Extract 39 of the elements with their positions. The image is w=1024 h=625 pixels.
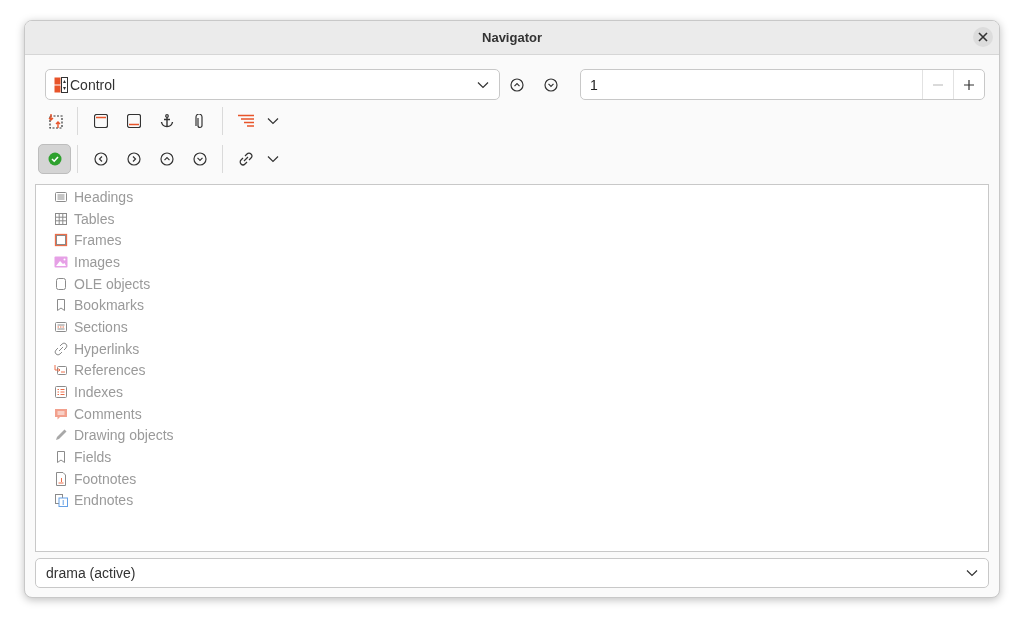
section-icon (54, 319, 68, 334)
heading-levels-icon (237, 114, 254, 128)
content-view-toggle[interactable] (38, 144, 71, 174)
selected-value: Control (70, 76, 117, 93)
image-icon (54, 254, 68, 269)
window-title: Navigator (482, 30, 542, 45)
pencil-icon (54, 428, 68, 443)
link-icon (238, 152, 253, 166)
header-icon (93, 114, 108, 128)
paperclip-icon (194, 113, 205, 129)
footnote-icon (54, 471, 68, 486)
page-spin-field[interactable]: 1 (580, 69, 985, 100)
table-icon (54, 211, 68, 226)
frame-icon (54, 233, 68, 248)
bookmark-icon (54, 298, 68, 313)
list-icon (54, 189, 68, 204)
control-icon (54, 76, 68, 93)
index-icon (54, 385, 68, 400)
footer-icon (126, 114, 141, 128)
caret-icon (267, 155, 279, 163)
page-number: 1 (589, 76, 599, 93)
caret-icon (267, 117, 279, 125)
navigate-by-dropdown[interactable]: Control (45, 69, 500, 100)
plus-icon (963, 78, 975, 91)
endnote-icon (54, 493, 68, 508)
selected-value: drama (active) (46, 565, 137, 581)
document-icon (54, 276, 68, 291)
link-icon (54, 341, 68, 356)
anchor-icon (159, 114, 174, 128)
drag-icon (46, 113, 63, 129)
close-icon (978, 32, 988, 42)
document-dropdown[interactable]: drama (active) (35, 558, 989, 588)
caret-icon (477, 80, 489, 89)
caret-icon (966, 569, 978, 577)
checkmark-icon (47, 152, 62, 166)
comment-icon (54, 406, 68, 421)
reference-icon (54, 363, 68, 378)
close-button[interactable] (973, 27, 993, 47)
bookmark-icon (54, 450, 68, 465)
